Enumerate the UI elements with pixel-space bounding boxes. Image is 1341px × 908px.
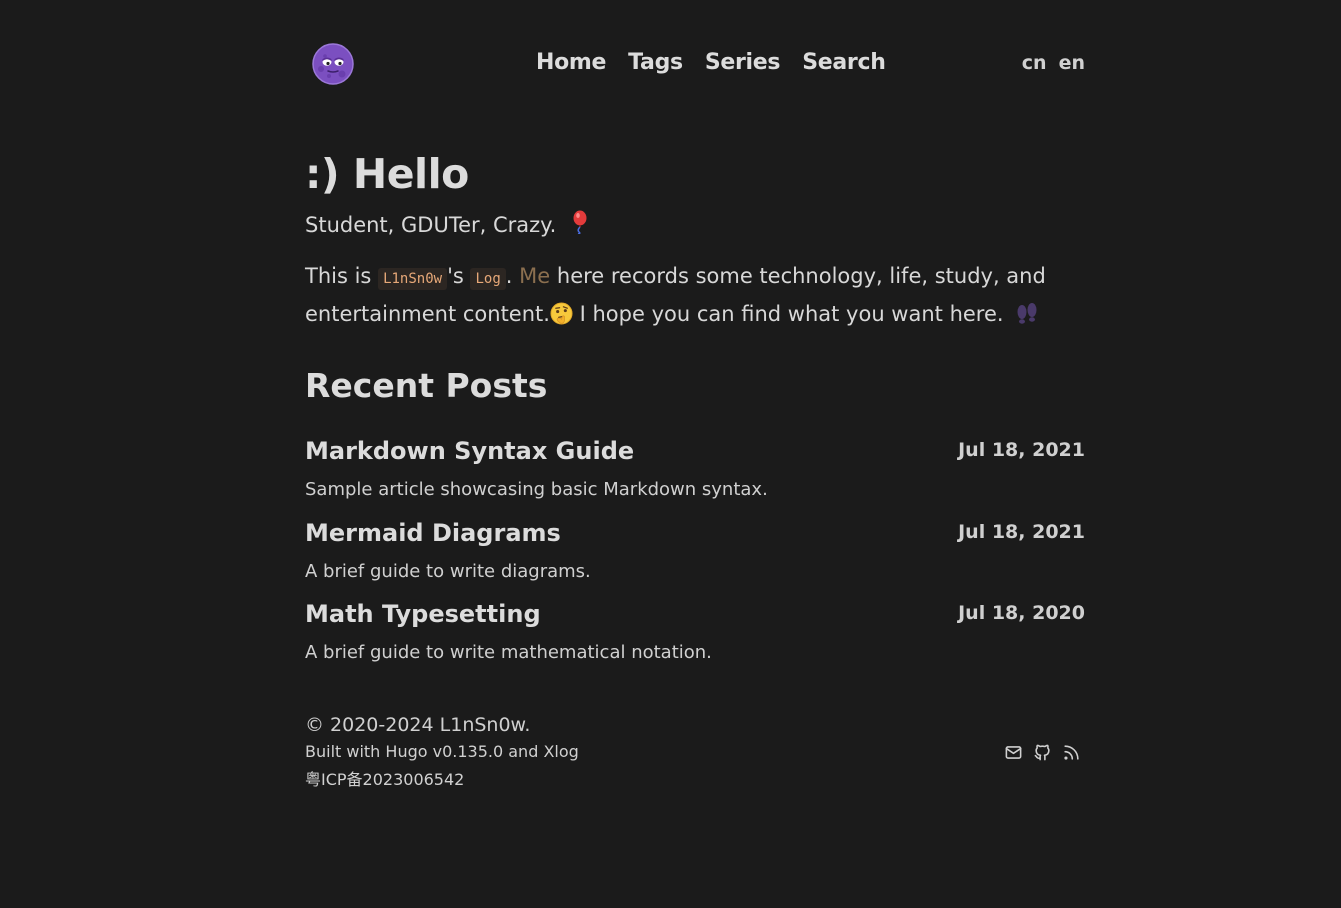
post-date: Jul 18, 2021 xyxy=(958,520,1085,543)
tagline-text: Student, GDUTer, Crazy. xyxy=(305,213,557,237)
purple-moon-face-emoji-icon xyxy=(312,43,354,85)
github-icon xyxy=(1034,744,1050,761)
language-switcher: cn en xyxy=(1022,52,1085,74)
post-item: Math Typesetting Jul 18, 2020 A brief gu… xyxy=(305,600,1085,682)
recent-posts-heading: Recent Posts xyxy=(305,366,548,405)
post-description: A brief guide to write mathematical nota… xyxy=(305,642,712,663)
built-prefix: Built with xyxy=(305,742,381,761)
nav-tags[interactable]: Tags xyxy=(628,50,683,75)
hero-title: :) Hello xyxy=(305,150,469,198)
post-description: A brief guide to write diagrams. xyxy=(305,560,591,582)
thinking-face-emoji-icon xyxy=(550,302,573,325)
rss-link[interactable] xyxy=(1062,743,1081,762)
nav-search[interactable]: Search xyxy=(802,50,886,75)
built-with: Built with Hugo v0.135.0 and Xlog xyxy=(305,742,1085,761)
nav-series[interactable]: Series xyxy=(705,50,781,75)
social-links xyxy=(1004,743,1081,762)
post-description: Sample article showcasing basic Markdown… xyxy=(305,479,768,500)
xlog-link[interactable]: Xlog xyxy=(543,742,578,761)
intro-code-name: L1nSn0w xyxy=(378,268,448,290)
icp-link[interactable]: 粤ICP备2023006542 xyxy=(305,770,464,789)
lang-en[interactable]: en xyxy=(1059,52,1085,74)
copyright: © 2020-2024 L1nSn0w. xyxy=(305,714,531,736)
post-title[interactable]: Math Typesetting xyxy=(305,600,541,628)
hero-intro: This is L1nSn0w's Log. Me here records s… xyxy=(305,259,1085,332)
post-title[interactable]: Markdown Syntax Guide xyxy=(305,437,634,465)
post-item: Markdown Syntax Guide Jul 18, 2021 Sampl… xyxy=(305,437,1085,519)
post-title[interactable]: Mermaid Diagrams xyxy=(305,519,561,547)
hero-tagline: Student, GDUTer, Crazy. xyxy=(305,210,589,237)
balloon-icon xyxy=(573,210,587,235)
post-date: Jul 18, 2020 xyxy=(958,602,1085,624)
site-logo[interactable] xyxy=(311,42,355,86)
intro-period: . xyxy=(505,264,513,288)
mail-icon xyxy=(1005,746,1022,759)
recent-posts-list: Markdown Syntax Guide Jul 18, 2021 Sampl… xyxy=(305,437,1085,682)
page: Home Tags Series Search cn en :) Hello S… xyxy=(305,0,1085,908)
mail-link[interactable] xyxy=(1004,743,1023,762)
built-and: and xyxy=(508,742,539,761)
rss-icon xyxy=(1064,745,1079,760)
intro-prefix: This is xyxy=(305,264,372,288)
footprints-icon xyxy=(1017,303,1037,324)
post-date: Jul 18, 2021 xyxy=(958,439,1085,461)
site-header: Home Tags Series Search cn en xyxy=(305,0,1085,130)
intro-text-2: I hope you can find what you want here. xyxy=(579,302,1004,326)
github-link[interactable] xyxy=(1033,743,1052,762)
intro-code-log: Log xyxy=(470,268,506,290)
hugo-link[interactable]: Hugo v0.135.0 xyxy=(385,742,503,761)
post-item: Mermaid Diagrams Jul 18, 2021 A brief gu… xyxy=(305,519,1085,601)
main-nav: Home Tags Series Search xyxy=(536,50,886,75)
nav-home[interactable]: Home xyxy=(536,50,606,75)
me-link[interactable]: Me xyxy=(519,264,550,288)
site-footer: © 2020-2024 L1nSn0w. Built with Hugo v0.… xyxy=(305,714,1085,790)
lang-cn[interactable]: cn xyxy=(1022,52,1047,74)
intro-possessive: 's xyxy=(447,264,464,288)
icp-record: 粤ICP备2023006542 xyxy=(305,766,1085,790)
